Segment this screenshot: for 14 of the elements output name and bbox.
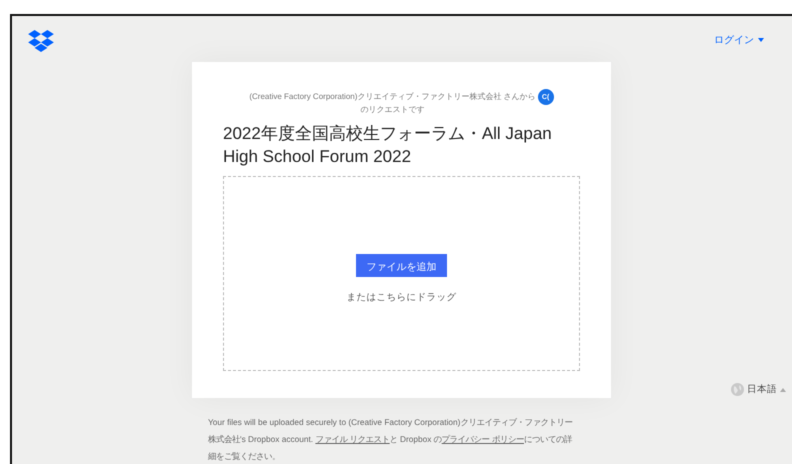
upload-notice: Your files will be uploaded securely to (Creative Factory Corporation)クリエイティブ・ファクトリー株式会社's Dropbox account. ファイル リクエスト と Dropbox のプライバシー ポリシーについての詳細をご覧ください。 <box>208 416 574 463</box>
drag-hint: またはこちらにドラッグ <box>346 290 456 304</box>
add-files-button[interactable]: ファイルを追加 <box>356 254 447 276</box>
caret-icon <box>758 38 764 42</box>
dropbox-logo-icon[interactable] <box>28 30 54 52</box>
requester-text: (Creative Factory Corporation)クリエイティブ・ファクトリー株式会社 さんから のリクエストです <box>249 91 536 116</box>
caret-icon <box>780 388 786 392</box>
language-selector[interactable]: 日本語 <box>731 383 786 402</box>
globe-icon <box>731 383 744 396</box>
privacy-policy-link[interactable]: プライバシー ポリシー <box>442 434 524 444</box>
login-button[interactable]: ログイン <box>714 30 764 50</box>
drop-zone[interactable]: ファイルを追加 またはこちらにドラッグ <box>223 176 580 371</box>
file-request-link[interactable]: ファイル リクエスト <box>315 434 390 444</box>
request-title: 2022年度全国高校生フォーラム・All Japan High School Forum 2022 <box>223 123 553 168</box>
